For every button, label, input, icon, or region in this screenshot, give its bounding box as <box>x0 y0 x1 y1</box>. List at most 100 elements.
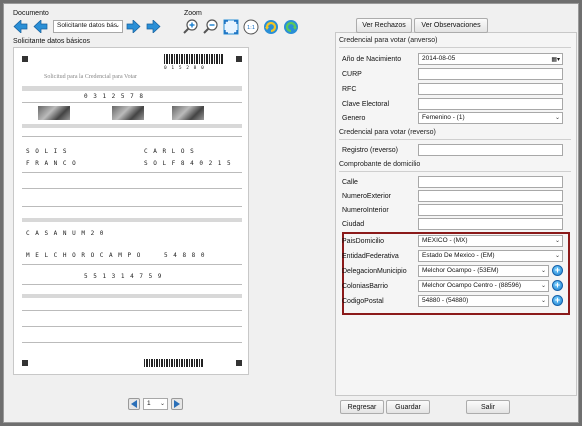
form-photo <box>112 106 144 120</box>
form-line <box>22 310 242 311</box>
form-line <box>22 264 242 265</box>
actual-size-button[interactable]: 1:1 <box>242 18 259 35</box>
ano-nacimiento-field[interactable]: 2014-08-05 ▦▾ <box>418 53 563 65</box>
chevron-down-icon: ⌄ <box>159 401 165 407</box>
documento-label: Documento <box>13 10 49 17</box>
page-next-button[interactable] <box>171 398 183 410</box>
form-line <box>22 188 242 189</box>
next-page-button[interactable] <box>125 18 142 35</box>
ver-rechazos-button[interactable]: Ver Rechazos <box>356 18 412 33</box>
registration-mark <box>236 56 242 62</box>
add-colonia-button[interactable]: + <box>552 280 563 291</box>
fit-page-icon <box>223 19 238 34</box>
registro-reverso-field[interactable] <box>418 144 563 156</box>
chevron-down-icon: ⌄ <box>540 283 546 289</box>
colonias-barrio-value: Melchor Ocampo Centro - (88596) <box>422 282 521 289</box>
add-codigo-postal-button[interactable]: + <box>552 295 563 306</box>
form-line <box>22 206 242 207</box>
codigo-postal-select[interactable]: 54880 - (54880) ⌄ <box>418 295 549 307</box>
rfc-field[interactable] <box>418 83 563 95</box>
prev-page-button[interactable] <box>32 18 49 35</box>
zoom-out-button[interactable] <box>202 18 219 35</box>
calle-label: Calle <box>342 179 358 186</box>
form-address2: M E L C H O R O C A M P O <box>26 252 142 259</box>
form-name3: C A R L O S <box>144 148 195 155</box>
form-name2: F R A N C O <box>26 160 77 167</box>
zoom-label: Zoom <box>184 10 202 17</box>
zoom-out-icon <box>202 18 218 34</box>
ano-nacimiento-value: 2014-08-05 <box>422 55 456 62</box>
pais-domicilio-value: MEXICO - (MX) <box>422 237 468 244</box>
form-barcode-id: 0 1 5 2 8 0 <box>164 66 205 71</box>
chevron-down-icon: ⌄ <box>540 298 546 304</box>
pais-domicilio-select[interactable]: MEXICO - (MX) ⌄ <box>418 235 563 247</box>
rotate-left-icon <box>263 19 278 34</box>
document-image[interactable]: 0 1 5 2 8 0 Solicitud para la Credencial… <box>13 47 249 375</box>
form-line <box>22 102 242 103</box>
triangle-left-icon <box>131 400 137 408</box>
form-section-bar <box>22 294 242 298</box>
form-curp: S O L F 8 4 0 2 1 5 <box>144 160 232 167</box>
page-prev-button[interactable] <box>128 398 140 410</box>
curp-field[interactable] <box>418 68 563 80</box>
delegacion-municipio-select[interactable]: Melchor Ocampo - (53EM) ⌄ <box>418 265 549 277</box>
add-delegacion-button[interactable]: + <box>552 265 563 276</box>
numero-exterior-field[interactable] <box>418 190 563 202</box>
form-line <box>22 284 242 285</box>
rotate-left-button[interactable] <box>262 18 279 35</box>
svg-text:1:1: 1:1 <box>246 25 254 31</box>
form-address1: C A S A N U M 2 0 <box>26 230 105 237</box>
page-select-value: 1 <box>147 400 151 407</box>
registration-mark <box>236 360 242 366</box>
ver-observaciones-button[interactable]: Ver Observaciones <box>414 18 488 33</box>
ciudad-field[interactable] <box>418 218 563 230</box>
registro-reverso-label: Registro (reverso) <box>342 147 399 154</box>
form-phone: 5 5 1 3 1 4 7 5 9 <box>84 273 163 280</box>
ano-nacimiento-label: Año de Nacimiento <box>342 56 402 63</box>
comprobante-title: Comprobante de domicilio <box>339 161 421 168</box>
calendar-icon[interactable]: ▦▾ <box>551 55 560 65</box>
fit-page-button[interactable] <box>222 18 239 35</box>
colonias-barrio-select[interactable]: Melchor Ocampo Centro - (88596) ⌄ <box>418 280 549 292</box>
numero-interior-label: NumeroInterior <box>342 207 389 214</box>
next-document-button[interactable] <box>145 18 162 35</box>
zoom-in-icon <box>182 18 198 34</box>
zoom-in-button[interactable] <box>182 18 199 35</box>
entidad-federativa-select[interactable]: Estado De Mexico - (EM) ⌄ <box>418 250 563 262</box>
pais-domicilio-label: PaisDomicilio <box>342 238 385 245</box>
arrow-left-icon <box>13 20 28 33</box>
documento-select-value: Solicitante datos bás <box>57 22 117 29</box>
rotate-right-button[interactable] <box>282 18 299 35</box>
form-cp: 5 4 8 8 0 <box>164 252 206 259</box>
divider <box>339 139 571 140</box>
rfc-label: RFC <box>342 86 357 93</box>
page-select[interactable]: 1 ⌄ <box>143 398 168 410</box>
calle-field[interactable] <box>418 176 563 188</box>
delegacion-municipio-label: DelegacionMunicipio <box>342 268 407 275</box>
prev-document-button[interactable] <box>12 18 29 35</box>
triangle-right-icon <box>174 400 180 408</box>
registration-mark <box>22 56 28 62</box>
form-name1: S O L I S <box>26 148 68 155</box>
genero-select[interactable]: Femenino - (1) ⌄ <box>418 112 563 124</box>
viewer-title: Solicitante datos básicos <box>13 38 91 45</box>
delegacion-municipio-value: Melchor Ocampo - (53EM) <box>422 267 499 274</box>
salir-button[interactable]: Salir <box>466 400 510 414</box>
arrow-right-icon <box>146 20 161 33</box>
rotate-right-icon <box>283 19 298 34</box>
barcode <box>144 359 204 367</box>
numero-interior-field[interactable] <box>418 204 563 216</box>
clave-electoral-field[interactable] <box>418 98 563 110</box>
form-header: Solicitud para la Credencial para Votar <box>44 74 137 80</box>
form-photo <box>38 106 70 120</box>
regresar-button[interactable]: Regresar <box>340 400 384 414</box>
entidad-federativa-label: EntidadFederativa <box>342 253 399 260</box>
curp-label: CURP <box>342 71 362 78</box>
form-line <box>22 326 242 327</box>
chevron-down-icon: ⌄ <box>554 238 560 244</box>
guardar-button[interactable]: Guardar <box>386 400 430 414</box>
genero-label: Genero <box>342 115 366 122</box>
documento-select[interactable]: Solicitante datos bás ⌄ <box>53 20 123 33</box>
codigo-postal-value: 54880 - (54880) <box>422 297 469 304</box>
chevron-down-icon: ⌄ <box>114 23 120 29</box>
